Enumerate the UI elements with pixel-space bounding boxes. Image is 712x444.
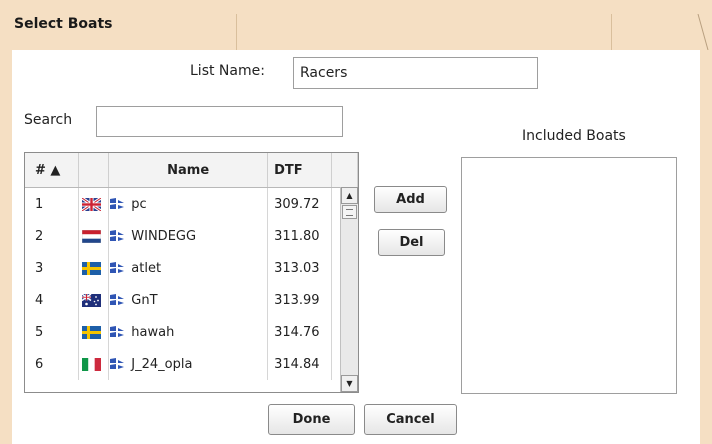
row-number: 4 (25, 284, 79, 316)
add-button[interactable]: Add (374, 186, 447, 213)
row-flag-cell (78, 187, 110, 220)
row-dtf: 314.76 (267, 316, 332, 348)
row-flag-cell (78, 252, 110, 284)
done-button[interactable]: Done (268, 404, 355, 435)
scroll-up-arrow-icon[interactable]: ▲ (341, 187, 358, 204)
row-number: 3 (25, 252, 79, 284)
row-number: 5 (25, 316, 79, 348)
scroll-thumb[interactable] (342, 205, 357, 219)
row-name-cell: hawah (108, 316, 269, 348)
table-row[interactable]: 3 atlet 313.03 (25, 252, 358, 284)
titlebar-divider (611, 14, 612, 50)
column-header-flag[interactable] (78, 153, 110, 188)
boat-name: GnT (131, 292, 158, 308)
sweden-flag-icon (81, 325, 101, 339)
row-name-cell: WINDEGG (108, 220, 269, 252)
italy-flag-icon (81, 357, 101, 371)
boat-name: pc (131, 196, 147, 212)
row-dtf: 311.80 (267, 220, 332, 252)
dialog-frame-right (700, 50, 712, 444)
sail-icon (109, 197, 125, 211)
boat-name: atlet (131, 260, 162, 276)
row-dtf: 314.84 (267, 348, 332, 380)
included-boats-label: Included Boats (522, 128, 626, 144)
row-flag-cell (78, 316, 110, 348)
table-scrollbar[interactable]: ▲ ▼ (340, 187, 358, 392)
titlebar-divider (236, 14, 237, 50)
corner-decoration (697, 14, 709, 50)
scroll-down-arrow-icon[interactable]: ▼ (341, 375, 358, 392)
row-flag-cell (78, 220, 110, 252)
netherlands-flag-icon (81, 229, 101, 243)
row-number: 6 (25, 348, 79, 380)
uk-flag-icon (80, 196, 102, 212)
row-name-cell: pc (108, 187, 269, 220)
included-boats-list[interactable] (461, 157, 677, 394)
row-dtf: 313.03 (267, 252, 332, 284)
boat-name: WINDEGG (131, 228, 197, 244)
column-header-number[interactable]: # ▲ (25, 153, 79, 188)
search-label: Search (24, 112, 73, 128)
row-name-cell: atlet (108, 252, 269, 284)
boat-name: hawah (131, 324, 175, 340)
table-row[interactable]: 1 pc 309.72 (25, 187, 358, 220)
sweden-flag-icon (81, 261, 101, 275)
row-dtf: 313.99 (267, 284, 332, 316)
column-header-spacer (331, 153, 358, 188)
table-header-row: # ▲ Name DTF (25, 153, 358, 188)
sail-icon (109, 229, 125, 243)
column-header-dtf[interactable]: DTF (267, 153, 332, 188)
row-name-cell: J_24_opla (108, 348, 269, 380)
boat-name: J_24_opla (131, 356, 193, 372)
del-button[interactable]: Del (378, 229, 445, 256)
row-flag-cell (78, 284, 110, 316)
table-row[interactable]: 2 WINDEGG 311.80 (25, 220, 358, 252)
list-name-label: List Name: (190, 63, 265, 79)
list-name-input[interactable] (293, 57, 538, 89)
boats-table: # ▲ Name DTF 1 pc 309.72 2 WINDEGG 311.80 3 atl… (24, 152, 359, 393)
cancel-button[interactable]: Cancel (364, 404, 457, 435)
table-row[interactable]: 4 GnT 313.99 (25, 284, 358, 316)
dialog-frame-left (0, 50, 12, 444)
row-number: 1 (25, 187, 79, 220)
sail-icon (109, 293, 125, 307)
row-name-cell: GnT (108, 284, 269, 316)
column-header-name[interactable]: Name (108, 153, 269, 188)
sail-icon (109, 261, 125, 275)
table-row[interactable]: 6 J_24_opla 314.84 (25, 348, 358, 380)
dialog-titlebar: Select Boats (0, 0, 712, 50)
dialog-title: Select Boats (14, 16, 113, 32)
row-number: 2 (25, 220, 79, 252)
row-dtf: 309.72 (267, 187, 332, 220)
sail-icon (109, 325, 125, 339)
table-row[interactable]: 5 hawah 314.76 (25, 316, 358, 348)
search-input[interactable] (96, 106, 343, 137)
sail-icon (109, 357, 125, 371)
australia-flag-icon (81, 292, 101, 307)
row-flag-cell (78, 348, 110, 380)
